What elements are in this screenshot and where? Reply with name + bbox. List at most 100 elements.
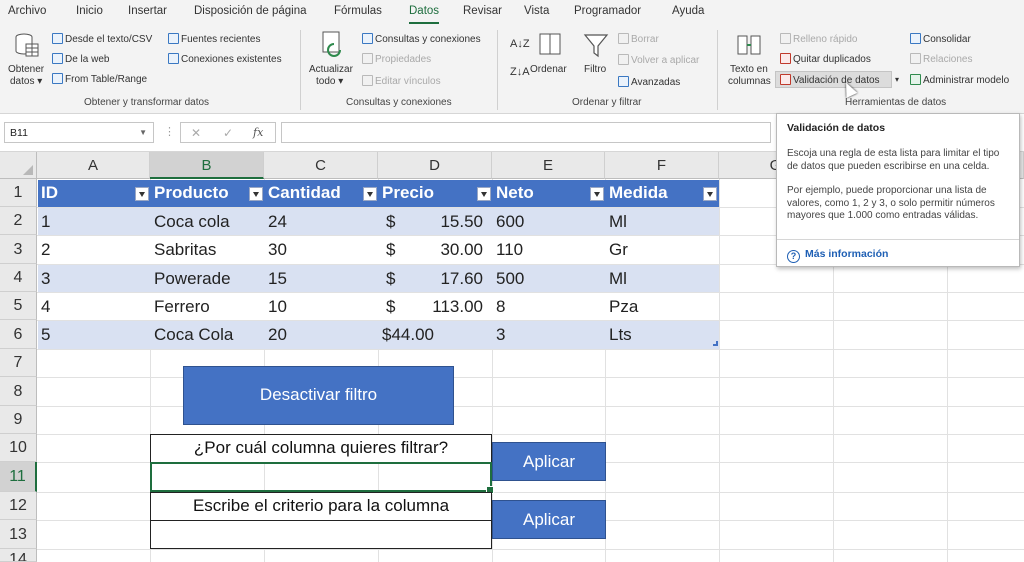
row-header-10[interactable]: 10 — [0, 434, 37, 462]
aplicar-column-button[interactable]: Aplicar — [492, 442, 606, 481]
cell-medida[interactable]: Ml — [606, 208, 719, 235]
tab-disposicion[interactable]: Disposición de página — [194, 5, 307, 17]
tab-insertar[interactable]: Insertar — [128, 5, 167, 17]
quitar-duplicados-button[interactable]: Quitar duplicados — [780, 53, 871, 66]
cell-cantidad[interactable]: 24 — [265, 208, 379, 235]
cell-id[interactable]: 3 — [38, 265, 150, 292]
cell-cantidad[interactable]: 10 — [265, 293, 379, 320]
cell-medida[interactable]: Ml — [606, 265, 719, 292]
row-header-4[interactable]: 4 — [0, 264, 37, 292]
column-header-d[interactable]: D — [378, 152, 492, 179]
desde-texto-csv-button[interactable]: Desde el texto/CSV — [52, 33, 152, 46]
insert-function-icon[interactable]: fx — [253, 126, 263, 139]
cell-producto[interactable]: Coca cola — [151, 208, 265, 235]
relaciones-button[interactable]: Relaciones — [910, 53, 972, 66]
cell-producto[interactable]: Powerade — [151, 265, 265, 292]
desactivar-filtro-button[interactable]: Desactivar filtro — [183, 366, 454, 425]
column-filter-input[interactable] — [150, 462, 494, 494]
validacion-dropdown-icon[interactable]: ▾ — [895, 74, 899, 86]
administrar-modelo-button[interactable]: Administrar modelo — [910, 74, 1009, 87]
row-header-8[interactable]: 8 — [0, 377, 37, 406]
row-header-9[interactable]: 9 — [0, 406, 37, 434]
formula-bar-splitter[interactable]: ⋮ — [164, 125, 175, 138]
cell-neto[interactable]: 500 — [493, 265, 606, 292]
filter-dropdown-icon[interactable] — [590, 187, 604, 201]
conexiones-existentes-button[interactable]: Conexiones existentes — [168, 53, 282, 66]
filter-dropdown-icon[interactable] — [249, 187, 263, 201]
cancel-icon[interactable]: ✕ — [191, 126, 201, 140]
propiedades-button[interactable]: Propiedades — [362, 53, 431, 66]
aplicar-criteria-button[interactable]: Aplicar — [492, 500, 606, 539]
sort-za-button[interactable]: Z↓A — [510, 66, 530, 78]
cell-neto[interactable]: 3 — [493, 321, 606, 349]
validacion-datos-button[interactable]: Validación de datos — [780, 74, 880, 87]
consolidar-button[interactable]: Consolidar — [910, 33, 971, 46]
borrar-button[interactable]: Borrar — [618, 33, 659, 46]
filter-dropdown-icon[interactable] — [363, 187, 377, 201]
select-all-button[interactable] — [0, 152, 37, 179]
filter-dropdown-icon[interactable] — [477, 187, 491, 201]
cell-id[interactable]: 2 — [38, 236, 150, 264]
cell-medida[interactable]: Lts — [606, 321, 719, 349]
cell-id[interactable]: 1 — [38, 208, 150, 235]
from-table-range-button[interactable]: From Table/Range — [52, 73, 147, 86]
table-resize-handle[interactable] — [713, 341, 718, 346]
cell-precio[interactable]: 15.50 — [413, 208, 485, 235]
cell-id[interactable]: 4 — [38, 293, 150, 320]
tab-ayuda[interactable]: Ayuda — [672, 5, 704, 17]
cell-cantidad[interactable]: 15 — [265, 265, 379, 292]
avanzadas-button[interactable]: Avanzadas — [618, 76, 680, 89]
filter-dropdown-icon[interactable] — [703, 187, 717, 201]
row-header-12[interactable]: 12 — [0, 492, 37, 520]
volver-aplicar-button[interactable]: Volver a aplicar — [618, 54, 699, 67]
tab-programador[interactable]: Programador — [574, 5, 641, 17]
row-header-1[interactable]: 1 — [0, 179, 37, 207]
cell-producto[interactable]: Sabritas — [151, 236, 265, 264]
cell-precio-symbol[interactable]: $ — [383, 236, 413, 264]
cell-neto[interactable]: 8 — [493, 293, 606, 320]
row-header-3[interactable]: 3 — [0, 235, 37, 264]
tab-archivo[interactable]: Archivo — [8, 5, 46, 17]
row-header-2[interactable]: 2 — [0, 207, 37, 235]
row-header-5[interactable]: 5 — [0, 292, 37, 320]
tab-datos[interactable]: Datos — [409, 5, 440, 24]
row-header-11[interactable]: 11 — [0, 462, 37, 492]
row-header-13[interactable]: 13 — [0, 520, 37, 549]
cell-producto[interactable]: Coca Cola — [151, 321, 265, 349]
criteria-input[interactable] — [150, 520, 492, 549]
tab-vista[interactable]: Vista — [524, 5, 549, 17]
row-header-14[interactable]: 14 — [0, 549, 37, 562]
cell-precio-symbol[interactable]: $ — [383, 265, 413, 292]
cell-medida[interactable]: Gr — [606, 236, 719, 264]
fuentes-recientes-button[interactable]: Fuentes recientes — [168, 33, 261, 46]
cell-medida[interactable]: Pza — [606, 293, 719, 320]
cell-precio[interactable]: $44.00 — [379, 321, 493, 349]
chevron-down-icon[interactable]: ▼ — [139, 128, 147, 137]
enter-icon[interactable]: ✓ — [223, 126, 233, 140]
cell-precio-symbol[interactable]: $ — [383, 293, 413, 320]
cell-precio[interactable]: 113.00 — [413, 293, 485, 320]
de-la-web-button[interactable]: De la web — [52, 53, 109, 66]
column-header-f[interactable]: F — [605, 152, 719, 179]
cell-id[interactable]: 5 — [38, 321, 150, 349]
formula-input[interactable] — [281, 122, 771, 143]
consultas-conexiones-button[interactable]: Consultas y conexiones — [362, 33, 481, 46]
name-box[interactable]: B11 ▼ — [4, 122, 154, 143]
cell-neto[interactable]: 110 — [493, 236, 606, 264]
mas-informacion-link[interactable]: ? Más información — [787, 248, 888, 263]
row-header-6[interactable]: 6 — [0, 320, 37, 349]
cell-precio-symbol[interactable]: $ — [383, 208, 413, 235]
tab-revisar[interactable]: Revisar — [463, 5, 502, 17]
editar-vinculos-button[interactable]: Editar vínculos — [362, 75, 441, 88]
relleno-rapido-button[interactable]: Relleno rápido — [780, 33, 858, 46]
sort-az-button[interactable]: A↓Z — [510, 38, 530, 50]
row-header-7[interactable]: 7 — [0, 349, 37, 377]
column-header-e[interactable]: E — [492, 152, 605, 179]
column-header-a[interactable]: A — [37, 152, 150, 179]
filter-dropdown-icon[interactable] — [135, 187, 149, 201]
tab-inicio[interactable]: Inicio — [76, 5, 103, 17]
column-header-c[interactable]: C — [264, 152, 378, 179]
cell-producto[interactable]: Ferrero — [151, 293, 265, 320]
cell-precio[interactable]: 30.00 — [413, 236, 485, 264]
column-header-b[interactable]: B — [150, 152, 264, 179]
